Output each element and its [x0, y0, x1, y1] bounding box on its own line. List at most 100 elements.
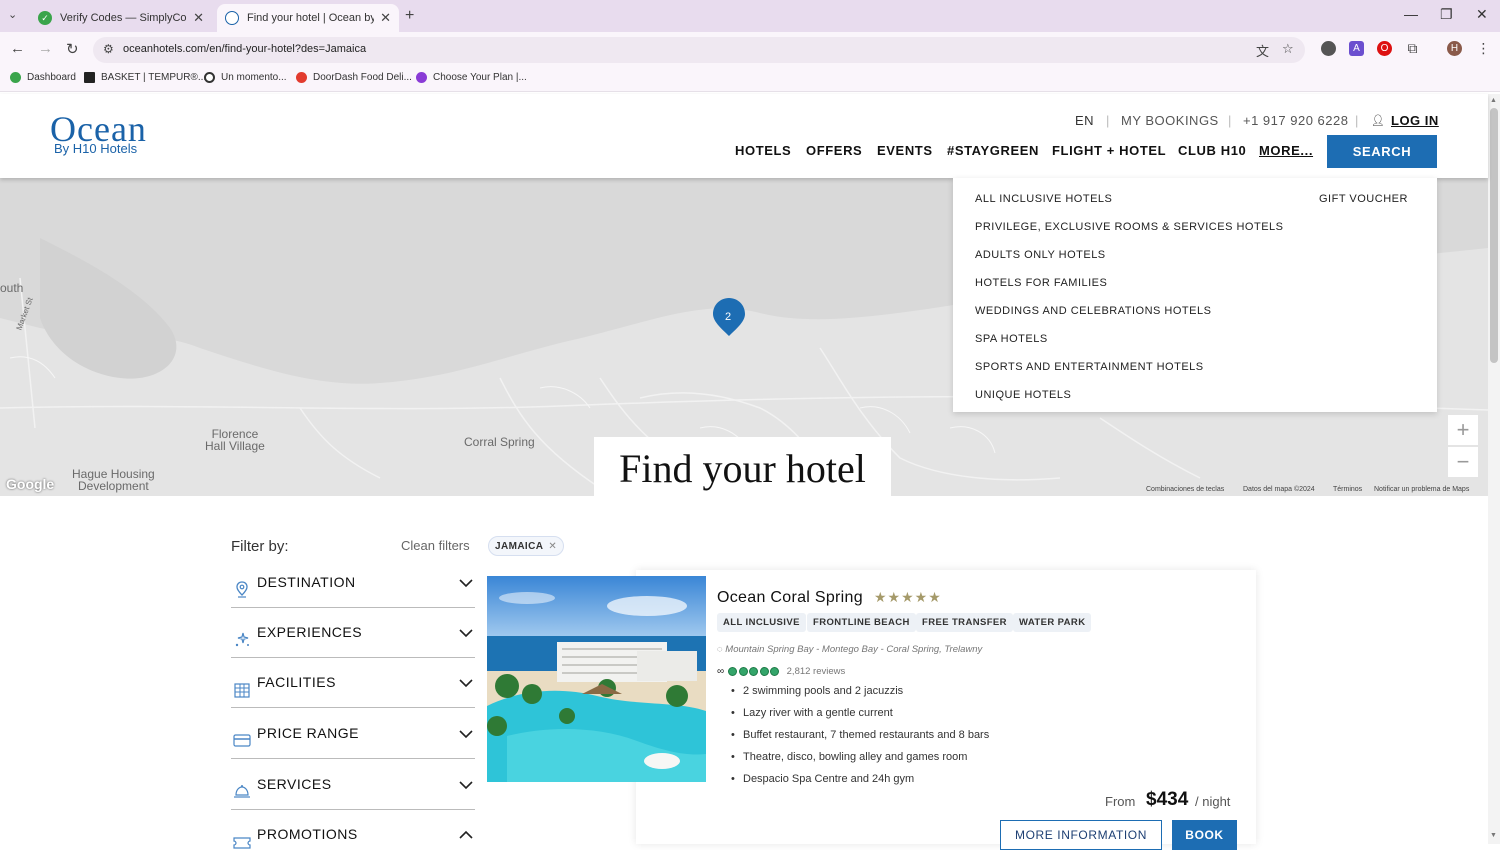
nav-hotels[interactable]: HOTELS — [735, 143, 791, 158]
bookmark-item[interactable]: Un momento... — [204, 72, 287, 83]
url-text[interactable]: oceanhotels.com/en/find-your-hotel?des=J… — [123, 43, 366, 55]
map-report-link[interactable]: Notificar un problema de Maps — [1374, 486, 1469, 493]
bookmark-label: Dashboard — [27, 72, 76, 83]
browser-menu-icon[interactable]: ⋮ — [1476, 40, 1491, 56]
language-selector[interactable]: EN — [1075, 113, 1094, 128]
site-info-icon[interactable]: ⚙ — [103, 42, 114, 56]
filter-promotions[interactable]: PROMOTIONS — [231, 818, 475, 849]
search-button[interactable]: SEARCH — [1327, 135, 1437, 168]
map-label-corral-spring: Corral Spring — [464, 435, 535, 449]
scroll-up-arrow-icon[interactable]: ▲ — [1490, 97, 1497, 104]
hotel-tag: FREE TRANSFER — [916, 613, 1013, 632]
service-bell-icon — [234, 785, 250, 798]
menu-item-sports[interactable]: SPORTS AND ENTERTAINMENT HOTELS — [975, 361, 1204, 373]
bookmark-item[interactable]: DoorDash Food Deli... — [296, 72, 412, 83]
logo-subtitle: By H10 Hotels — [54, 141, 138, 156]
hotel-photo[interactable] — [487, 576, 706, 782]
extensions-puzzle-icon[interactable]: ⧉ — [1405, 40, 1420, 56]
filter-label: EXPERIENCES — [257, 624, 363, 640]
rating-dot — [738, 667, 748, 676]
maximize-icon[interactable]: ❐ — [1440, 6, 1453, 23]
hotel-location: ◌ Mountain Spring Bay - Montego Bay - Co… — [717, 644, 982, 655]
profile-avatar[interactable]: H — [1447, 41, 1462, 56]
globe-favicon-icon — [204, 72, 215, 83]
my-bookings-link[interactable]: MY BOOKINGS — [1121, 113, 1219, 128]
close-tab-icon[interactable]: ✕ — [380, 10, 391, 26]
filter-price-range[interactable]: PRICE RANGE — [231, 717, 475, 759]
menu-item-weddings[interactable]: WEDDINGS AND CELEBRATIONS HOTELS — [975, 305, 1211, 317]
filter-chip-jamaica[interactable]: JAMAICA ✕ — [488, 536, 565, 556]
chip-label: JAMAICA — [495, 540, 544, 552]
bookmark-item[interactable]: Dashboard — [10, 72, 76, 83]
clean-filters-link[interactable]: Clean filters — [401, 538, 470, 553]
zoom-out-button[interactable]: − — [1448, 447, 1478, 477]
more-information-button[interactable]: MORE INFORMATION — [1000, 820, 1162, 850]
menu-item-unique[interactable]: UNIQUE HOTELS — [975, 389, 1071, 401]
review-count: 2,812 reviews — [786, 666, 846, 677]
menu-item-adults-only[interactable]: ADULTS ONLY HOTELS — [975, 249, 1106, 261]
menu-item-privilege[interactable]: PRIVILEGE, EXCLUSIVE ROOMS & SERVICES HO… — [975, 221, 1284, 233]
login-link[interactable]: LOG IN — [1391, 113, 1439, 128]
bookmark-label: Choose Your Plan |... — [433, 72, 527, 83]
location-text: Mountain Spring Bay - Montego Bay - Cora… — [725, 644, 983, 655]
filter-label: PROMOTIONS — [257, 826, 358, 842]
chevron-down-icon — [459, 629, 473, 638]
opera-extension-icon[interactable]: O — [1377, 41, 1392, 56]
rating-dot — [759, 667, 769, 676]
filter-experiences[interactable]: EXPERIENCES — [231, 616, 475, 658]
translate-icon[interactable]: 文 — [1256, 41, 1269, 60]
bookmark-star-icon[interactable]: ☆ — [1282, 41, 1294, 57]
scroll-down-arrow-icon[interactable]: ▼ — [1490, 832, 1497, 839]
browser-tab[interactable]: ✓ Verify Codes — SimplyCodes ✕ — [30, 4, 212, 32]
ticket-icon — [233, 837, 251, 849]
cluster-count: 2 — [725, 311, 732, 323]
filter-destination[interactable]: DESTINATION — [231, 566, 475, 608]
extension-icon[interactable] — [1321, 41, 1336, 56]
sparkle-icon — [235, 632, 249, 647]
nav-staygreen[interactable]: #STAYGREEN — [947, 143, 1039, 158]
nav-club-h10[interactable]: CLUB H10 — [1178, 143, 1246, 158]
remove-chip-icon[interactable]: ✕ — [548, 541, 557, 552]
bookmark-item[interactable]: BASKET | TEMPUR®... — [84, 72, 206, 83]
map-shortcuts-link[interactable]: Combinaciones de teclas — [1146, 486, 1224, 493]
map-label-hague: Hague Housing Development — [72, 467, 155, 493]
address-bar[interactable]: ⚙ oceanhotels.com/en/find-your-hotel?des… — [93, 37, 1305, 63]
filter-services[interactable]: SERVICES — [231, 768, 475, 810]
book-button[interactable]: BOOK — [1172, 820, 1237, 850]
tripadvisor-rating[interactable]: ∞ 2,812 reviews — [717, 666, 845, 677]
nav-flight-hotel[interactable]: FLIGHT + HOTEL — [1052, 143, 1166, 158]
bookmark-item[interactable]: Choose Your Plan |... — [416, 72, 527, 83]
hotel-name[interactable]: Ocean Coral Spring — [717, 589, 863, 607]
zoom-in-button[interactable]: + — [1448, 415, 1478, 445]
extension-a-icon[interactable]: A — [1349, 41, 1364, 56]
map-terms-link[interactable]: Términos — [1333, 486, 1362, 493]
nav-events[interactable]: EVENTS — [877, 143, 933, 158]
forward-icon[interactable]: → — [38, 40, 53, 57]
close-tab-icon[interactable]: ✕ — [193, 10, 204, 26]
menu-item-spa[interactable]: SPA HOTELS — [975, 333, 1048, 345]
nav-offers[interactable]: OFFERS — [806, 143, 862, 158]
close-window-icon[interactable]: ✕ — [1476, 6, 1488, 23]
filter-facilities[interactable]: FACILITIES — [231, 666, 475, 708]
phone-link[interactable]: +1 917 920 6228 — [1243, 113, 1348, 128]
hotel-tag: FRONTLINE BEACH — [807, 613, 916, 632]
credit-card-icon — [233, 734, 251, 747]
reload-icon[interactable]: ↻ — [66, 40, 79, 58]
browser-tab-active[interactable]: Find your hotel | Ocean by H10 ✕ — [217, 4, 399, 32]
menu-item-gift-voucher[interactable]: GIFT VOUCHER — [1319, 193, 1408, 205]
tab-search-icon[interactable]: ⌄ — [8, 8, 17, 21]
minimize-icon[interactable]: — — [1404, 6, 1418, 22]
doordash-favicon-icon — [296, 72, 307, 83]
tempur-favicon-icon — [84, 72, 95, 83]
divider: | — [1355, 113, 1359, 128]
filter-label: DESTINATION — [257, 574, 356, 590]
back-icon[interactable]: ← — [10, 40, 25, 57]
filter-label: PRICE RANGE — [257, 725, 359, 741]
scrollbar-thumb[interactable] — [1490, 108, 1498, 363]
nav-more[interactable]: MORE... — [1259, 143, 1313, 158]
new-tab-icon[interactable]: + — [405, 7, 414, 25]
chevron-down-icon — [459, 781, 473, 790]
hotel-tag: ALL INCLUSIVE — [717, 613, 806, 632]
menu-item-all-inclusive[interactable]: ALL INCLUSIVE HOTELS — [975, 193, 1112, 205]
menu-item-families[interactable]: HOTELS FOR FAMILIES — [975, 277, 1107, 289]
